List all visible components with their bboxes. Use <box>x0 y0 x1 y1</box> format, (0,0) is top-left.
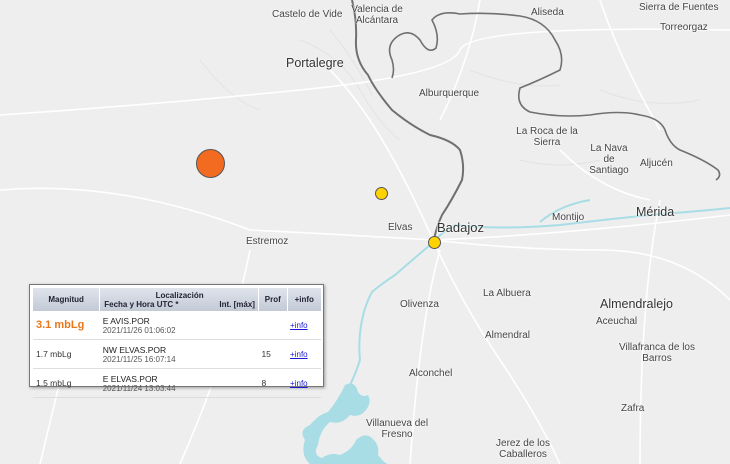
place-zafra: Zafra <box>621 403 645 414</box>
earthquake-list-panel: Magnitud Localización Fecha y Hora UTC *… <box>29 284 324 398</box>
row-datetime: 2021/11/26 01:06:02 <box>102 325 176 335</box>
place-jerez-de-los-caballeros: Jerez de los Caballeros <box>496 438 550 460</box>
header-magnitude: Magnitud <box>33 288 101 311</box>
earthquake-marker-small[interactable] <box>428 236 441 249</box>
row-depth <box>258 311 288 340</box>
header-location-label: Localización <box>155 290 204 300</box>
earthquake-table: Magnitud Localización Fecha y Hora UTC *… <box>33 288 321 398</box>
place-valencia-de-alcantara: Valencia de Alcántara <box>351 4 403 26</box>
place-aceuchal: Aceuchal <box>596 316 638 327</box>
row-location: E AVIS.POR <box>102 315 150 326</box>
table-row[interactable]: 1.5 mbLg E ELVAS.POR 2021/11/24 13:03:44… <box>33 368 321 398</box>
place-la-nava-de-santiago: La Nava de Santiago <box>589 143 629 176</box>
earthquake-marker-small[interactable] <box>375 187 388 200</box>
table-header-row: Magnitud Localización Fecha y Hora UTC *… <box>33 288 321 311</box>
table-row[interactable]: 3.1 mbLg E AVIS.POR 2021/11/26 01:06:02 … <box>33 311 321 340</box>
row-location: E ELVAS.POR <box>102 373 158 384</box>
row-location-cell: E ELVAS.POR 2021/11/24 13:03:44 <box>99 368 259 398</box>
place-portalegre: Portalegre <box>286 56 344 70</box>
place-la-albuera: La Albuera <box>483 288 531 299</box>
place-almendral: Almendral <box>485 330 531 341</box>
place-sierra-de-fuentes: Sierra de Fuentes <box>639 2 719 13</box>
header-datetime: Fecha y Hora UTC * <box>104 299 179 309</box>
row-info-cell: +info <box>287 339 321 369</box>
header-depth: Prof <box>258 288 288 311</box>
info-link[interactable]: +info <box>290 350 308 359</box>
row-depth: 15 <box>258 339 288 369</box>
place-estremoz: Estremoz <box>246 236 289 247</box>
table-row[interactable]: 1.7 mbLg NW ELVAS.POR 2021/11/25 16:07:1… <box>33 339 321 369</box>
row-magnitude: 1.7 mbLg <box>33 339 100 369</box>
place-torreorgaz: Torreorgaz <box>660 22 708 33</box>
place-villanueva-del-fresno: Villanueva del Fresno <box>365 418 429 440</box>
place-almendralejo: Almendralejo <box>600 297 673 311</box>
place-la-roca-de-la-sierra: La Roca de la Sierra <box>516 126 578 148</box>
place-montijo: Montijo <box>552 212 585 223</box>
row-magnitude: 3.1 mbLg <box>33 311 100 340</box>
place-merida: Mérida <box>636 205 675 219</box>
header-intensity: Int. [máx] <box>219 299 255 309</box>
row-datetime: 2021/11/25 16:07:14 <box>102 354 176 364</box>
row-info-cell: +info <box>287 368 321 398</box>
row-info-cell: +info <box>287 311 321 340</box>
header-info: +info <box>287 288 321 311</box>
header-location: Localización Fecha y Hora UTC * Int. [má… <box>99 288 259 311</box>
info-link[interactable]: +info <box>290 321 308 330</box>
row-depth: 8 <box>258 368 288 398</box>
row-location: NW ELVAS.POR <box>102 344 167 355</box>
place-villafranca-de-los-barros: Villafranca de los Barros <box>619 342 695 364</box>
place-olivenza: Olivenza <box>400 299 439 310</box>
row-datetime: 2021/11/24 13:03:44 <box>102 383 176 393</box>
place-elvas: Elvas <box>388 222 413 233</box>
place-alburquerque: Alburquerque <box>419 88 480 99</box>
info-link[interactable]: +info <box>290 379 308 388</box>
place-aljucen: Aljucén <box>640 158 673 169</box>
place-alconchel: Alconchel <box>409 368 453 379</box>
row-location-cell: NW ELVAS.POR 2021/11/25 16:07:14 <box>99 339 259 369</box>
row-magnitude: 1.5 mbLg <box>33 368 100 398</box>
earthquake-marker-large[interactable] <box>196 149 225 178</box>
row-location-cell: E AVIS.POR 2021/11/26 01:06:02 <box>99 311 259 340</box>
place-badajoz: Badajoz <box>437 220 484 235</box>
place-aliseda: Aliseda <box>531 7 564 18</box>
place-castelo-de-vide: Castelo de Vide <box>272 9 343 20</box>
